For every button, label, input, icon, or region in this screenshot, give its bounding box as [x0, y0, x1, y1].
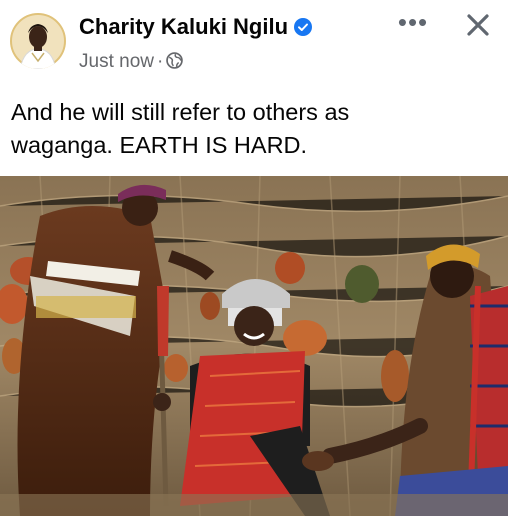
globe-icon[interactable] [166, 52, 184, 69]
post-text-line-2: waganga. EARTH IS HARD. [11, 132, 308, 158]
photo-illustration [0, 176, 508, 516]
post-photo[interactable] [0, 176, 508, 516]
post-meta: Just now · [79, 51, 184, 73]
close-icon[interactable] [461, 8, 495, 42]
more-options-icon[interactable]: ••• [396, 9, 430, 36]
post-text: And he will still refer to others as wag… [11, 96, 481, 162]
author-avatar[interactable] [10, 13, 66, 69]
author-name-text[interactable]: Charity Kaluki Ngilu [79, 14, 288, 39]
avatar-image [10, 13, 66, 69]
facebook-post-card: Charity Kaluki Ngilu Just now · ••• And h… [0, 0, 508, 516]
meta-separator: · [156, 51, 164, 72]
post-header: Charity Kaluki Ngilu Just now · ••• [0, 0, 508, 82]
timestamp[interactable]: Just now [79, 51, 154, 72]
verified-badge-icon [294, 18, 313, 36]
ground [0, 494, 508, 516]
author-name[interactable]: Charity Kaluki Ngilu [79, 14, 313, 40]
post-text-line-1: And he will still refer to others as [11, 99, 350, 125]
